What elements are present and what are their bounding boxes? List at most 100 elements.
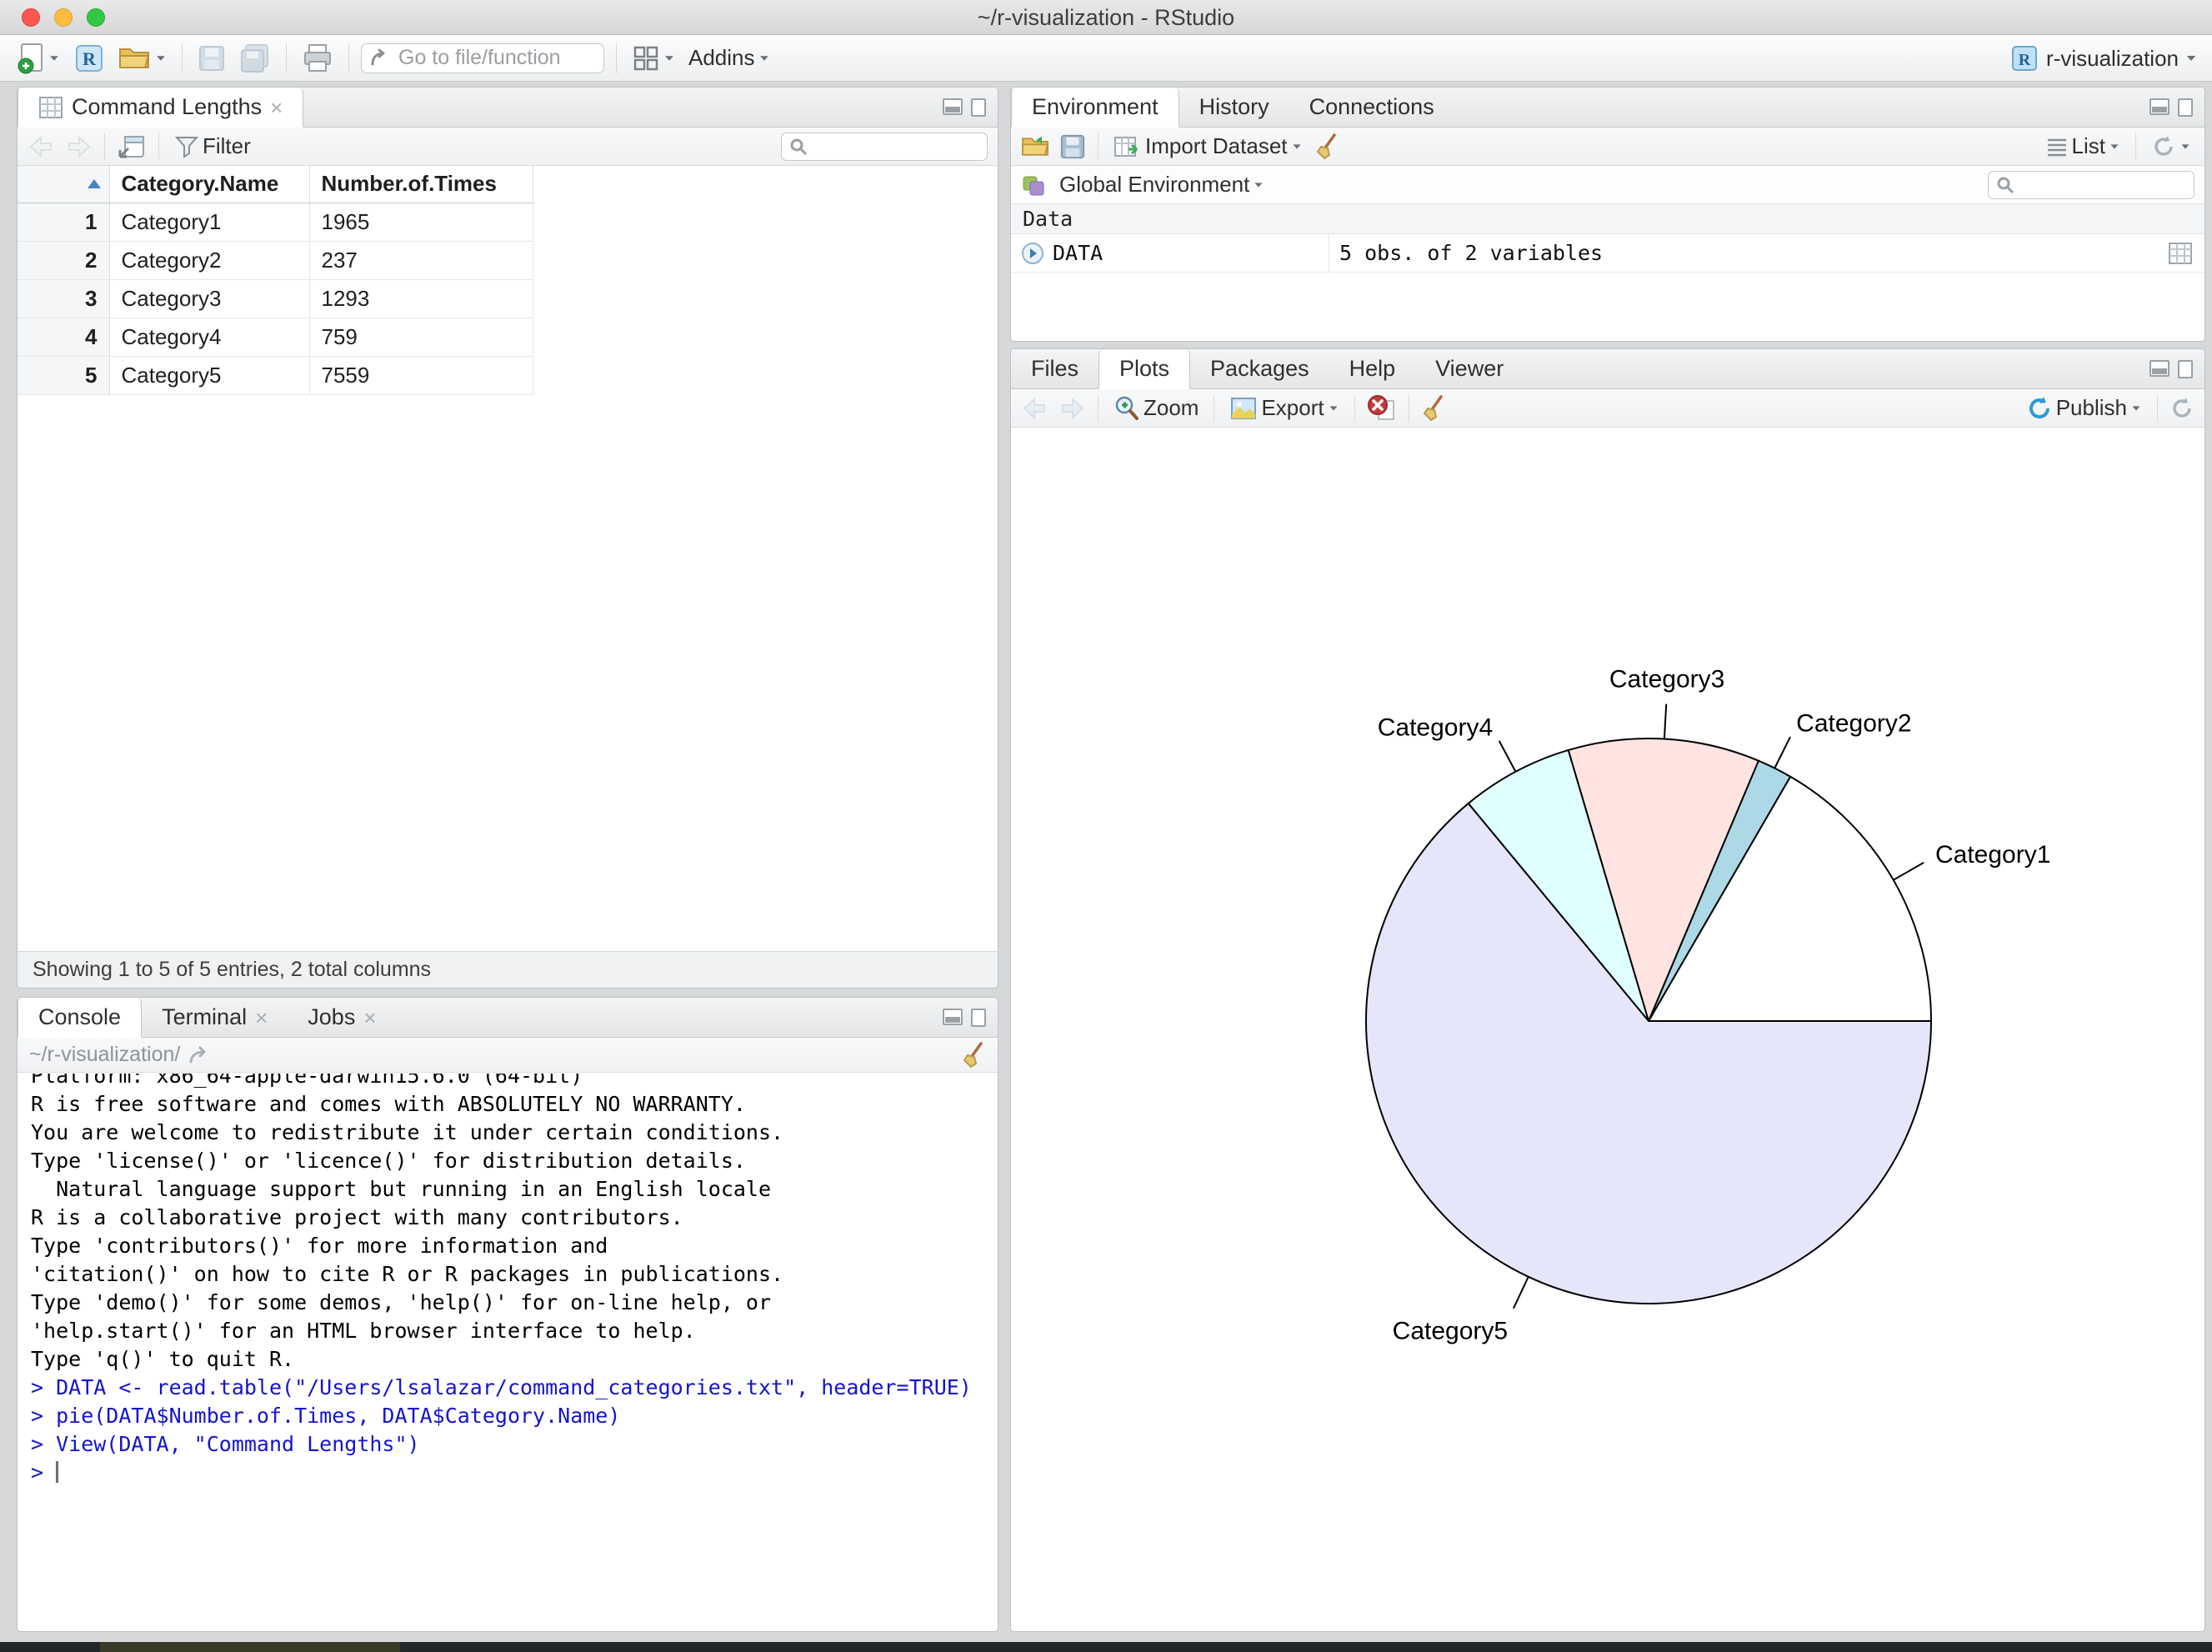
chevron-down-icon — [50, 55, 58, 61]
zoom-plot-button[interactable]: Zoom — [1110, 393, 1202, 424]
goto-file-box[interactable] — [361, 43, 604, 73]
save-all-button[interactable] — [236, 41, 274, 76]
export-plot-button[interactable]: Export — [1226, 393, 1342, 423]
goto-arrow-icon — [371, 48, 385, 65]
tab-viewer[interactable]: Viewer — [1415, 349, 1524, 388]
table-row[interactable]: 3 Category3 1293 — [18, 279, 533, 318]
list-icon — [2047, 138, 2066, 156]
goto-directory-icon[interactable] — [188, 1045, 212, 1065]
rstudio-window: ~/r-visualization - RStudio R Go to file… — [0, 0, 2212, 1652]
goto-file-input[interactable] — [398, 46, 590, 70]
maximize-pane-icon[interactable] — [2178, 360, 2193, 378]
tab-label: Viewer — [1435, 356, 1504, 381]
console-output-line: Platform: x86_64-apple-darwin15.6.0 (64-… — [31, 1074, 583, 1088]
save-workspace-icon[interactable] — [1059, 133, 1086, 160]
tab-label: History — [1199, 94, 1269, 119]
chevron-down-icon — [2110, 143, 2119, 149]
row-number-header[interactable] — [18, 166, 110, 203]
environment-object-row[interactable]: DATA 5 obs. of 2 variables — [1011, 234, 2204, 273]
new-project-button[interactable]: R — [70, 40, 108, 77]
row-number-cell: 3 — [18, 279, 110, 318]
publish-plot-button[interactable]: Publish — [2023, 393, 2145, 424]
import-dataset-button[interactable]: Import Dataset — [1110, 131, 1306, 162]
tab-terminal[interactable]: Terminal × — [142, 998, 288, 1037]
table-search-input[interactable] — [813, 134, 972, 158]
console-input-line: > View(DATA, "Command Lengths") — [31, 1432, 420, 1456]
pane-layout-icon — [633, 46, 658, 70]
tab-files[interactable]: Files — [1011, 349, 1098, 388]
table-cell: Category4 — [109, 318, 310, 357]
titlebar: ~/r-visualization - RStudio — [0, 0, 2212, 35]
tab-environment[interactable]: Environment — [1011, 88, 1179, 128]
print-button[interactable] — [298, 41, 337, 76]
next-plot-icon[interactable] — [1058, 396, 1086, 421]
clear-all-plots-broom-icon[interactable] — [1421, 394, 1446, 422]
minimize-pane-icon[interactable] — [943, 98, 963, 115]
filter-button[interactable]: Filter — [171, 131, 254, 162]
environment-scope-selector[interactable]: Global Environment — [1056, 169, 1268, 200]
open-file-button[interactable] — [115, 42, 170, 75]
expand-object-icon[interactable] — [1021, 242, 1044, 265]
minimize-pane-icon[interactable] — [2149, 360, 2169, 377]
project-selector[interactable]: R r-visualization — [2009, 35, 2197, 82]
column-header-category-name[interactable]: Category.Name — [109, 166, 310, 203]
new-file-button[interactable] — [13, 40, 63, 77]
pie-label-tick — [1774, 736, 1791, 769]
tab-help[interactable]: Help — [1329, 349, 1416, 388]
data-table: Category.Name Number.of.Times 1 Category1… — [18, 166, 533, 395]
table-search-box[interactable] — [781, 132, 988, 161]
maximize-pane-icon[interactable] — [971, 98, 986, 117]
close-icon[interactable]: × — [255, 1007, 268, 1029]
table-row[interactable]: 5 Category5 7559 — [18, 356, 533, 395]
table-row[interactable]: 1 Category1 1965 — [18, 203, 533, 242]
table-cell: 1965 — [309, 203, 533, 242]
tab-plots[interactable]: Plots — [1098, 349, 1191, 389]
addins-button[interactable]: Addins — [685, 43, 773, 73]
console-output[interactable]: Platform: x86_64-apple-darwin15.6.0 (64-… — [18, 1074, 998, 1631]
environment-search-input[interactable] — [2020, 173, 2179, 197]
refresh-environment-button[interactable] — [2148, 132, 2194, 162]
tab-jobs[interactable]: Jobs × — [288, 998, 396, 1037]
clear-environment-broom-icon[interactable] — [1314, 133, 1339, 160]
pie-slice-label: Category5 — [1393, 1317, 1508, 1344]
save-all-icon — [241, 43, 268, 73]
previous-plot-icon[interactable] — [1021, 396, 1049, 421]
minimize-pane-icon[interactable] — [943, 1009, 963, 1025]
popout-window-icon[interactable] — [117, 133, 147, 160]
load-workspace-folder-icon[interactable] — [1021, 134, 1051, 159]
toolbar-separator — [348, 43, 349, 73]
chevron-down-icon — [2181, 143, 2189, 149]
list-view-button[interactable]: List — [2042, 131, 2124, 162]
pie-label-tick — [1663, 703, 1668, 739]
workspace-panes-button[interactable] — [628, 42, 678, 75]
save-button[interactable] — [194, 42, 229, 75]
table-row[interactable]: 2 Category2 237 — [18, 241, 533, 280]
maximize-pane-icon[interactable] — [971, 1009, 986, 1027]
column-header-number-of-times[interactable]: Number.of.Times — [309, 166, 533, 203]
view-data-grid-icon[interactable] — [2168, 242, 2193, 265]
table-cell: 1293 — [309, 279, 533, 318]
remove-plot-icon[interactable] — [1367, 394, 1397, 423]
tab-history[interactable]: History — [1179, 88, 1289, 127]
tab-connections[interactable]: Connections — [1289, 88, 1454, 127]
refresh-plot-icon[interactable] — [2169, 396, 2194, 421]
tab-command-lengths[interactable]: Command Lengths × — [18, 88, 304, 128]
environment-search-box[interactable] — [1988, 170, 2194, 199]
close-icon[interactable]: × — [270, 97, 283, 118]
tab-packages[interactable]: Packages — [1190, 349, 1329, 388]
table-row[interactable]: 4 Category4 759 — [18, 318, 533, 357]
minimize-pane-icon[interactable] — [2149, 98, 2169, 115]
addins-label: Addins — [688, 45, 755, 70]
clear-console-broom-icon[interactable] — [961, 1041, 986, 1069]
forward-icon[interactable] — [64, 134, 93, 159]
console-output-line: R is a collaborative project with many c… — [31, 1205, 683, 1229]
close-icon[interactable]: × — [363, 1007, 376, 1029]
back-icon[interactable] — [28, 134, 56, 159]
search-icon — [1997, 177, 2014, 193]
maximize-pane-icon[interactable] — [2178, 98, 2193, 117]
zoom-label: Zoom — [1144, 395, 1199, 420]
toolbar-separator — [2135, 133, 2136, 160]
toolbar-separator — [182, 43, 183, 73]
tab-console[interactable]: Console — [18, 998, 143, 1038]
table-cell: Category2 — [109, 241, 310, 280]
